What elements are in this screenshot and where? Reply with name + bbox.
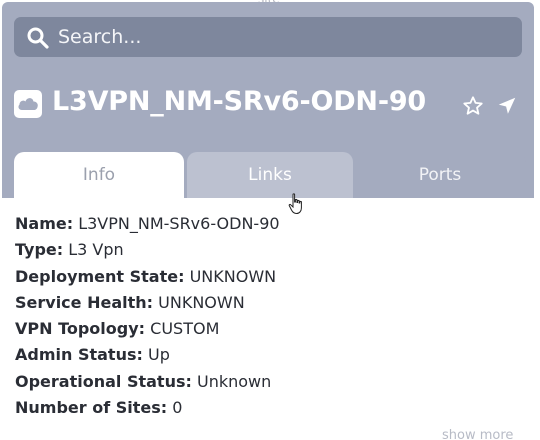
detail-row-operational-status: Operational Status: Unknown [15, 372, 525, 398]
title-row: L3VPN_NM-SRv6-ODN-90 [14, 86, 524, 126]
detail-key: VPN Topology: [15, 319, 146, 339]
detail-row-number-of-sites: Number of Sites: 0 [15, 398, 525, 424]
detail-key: Operational Status: [15, 371, 192, 391]
search-icon [26, 26, 50, 50]
detail-value: UNKNOWN [158, 292, 245, 312]
detail-row-vpn-topology: VPN Topology: CUSTOM [15, 319, 525, 345]
panel-header: L3VPN_NM-SRv6-ODN-90 Info Links Ports [2, 2, 534, 198]
detail-row-service-health: Service Health: UNKNOWN [15, 293, 525, 319]
info-details: Name: L3VPN_NM-SRv6-ODN-90 Type: L3 Vpn … [15, 214, 525, 424]
star-icon[interactable] [462, 95, 484, 117]
location-arrow-icon[interactable] [496, 95, 518, 117]
detail-value: L3VPN_NM-SRv6-ODN-90 [78, 214, 280, 233]
cloud-icon [14, 90, 42, 118]
search-input[interactable] [58, 23, 498, 51]
detail-value: Unknown [196, 371, 272, 391]
detail-key: Number of Sites: [15, 398, 168, 418]
detail-row-type: Type: L3 Vpn [15, 240, 525, 266]
detail-key: Name: [15, 214, 74, 233]
detail-key: Service Health: [15, 292, 154, 312]
detail-value: UNKNOWN [189, 266, 277, 286]
detail-row-name: Name: L3VPN_NM-SRv6-ODN-90 [15, 214, 525, 240]
search-box[interactable] [14, 17, 522, 57]
detail-value: Up [147, 345, 170, 365]
detail-row-admin-status: Admin Status: Up [15, 345, 525, 371]
detail-value: 0 [172, 398, 183, 418]
detail-row-deployment-state: Deployment State: UNKNOWN [15, 267, 525, 293]
tab-info[interactable]: Info [14, 152, 184, 198]
service-detail-panel: L3VPN_NM-SRv6-ODN-90 Info Links Ports Na… [2, 2, 534, 440]
hand-cursor-icon [288, 193, 304, 215]
detail-key: Admin Status: [15, 345, 143, 365]
detail-key: Type: [15, 240, 64, 260]
tab-ports[interactable]: Ports [354, 152, 526, 198]
show-more-link[interactable]: show more [442, 428, 513, 440]
tab-links[interactable]: Links [187, 152, 353, 198]
detail-value: L3 Vpn [68, 240, 124, 260]
detail-value: CUSTOM [150, 319, 220, 339]
detail-key: Deployment State: [15, 266, 185, 286]
page-title: L3VPN_NM-SRv6-ODN-90 [52, 86, 427, 117]
